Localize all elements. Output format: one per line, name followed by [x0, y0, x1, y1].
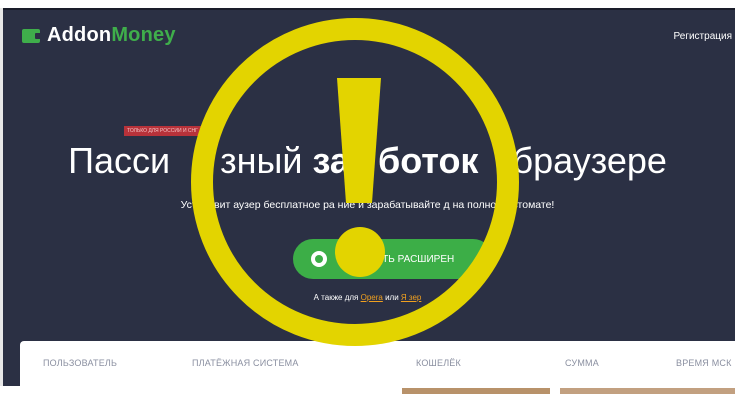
logo-text-money: Money	[111, 24, 176, 46]
column-header-time: ВРЕМЯ МСК	[676, 358, 732, 368]
install-extension-label: ИТЬ РАСШИРЕН	[375, 253, 455, 265]
row-image	[560, 388, 735, 394]
headline-part-3: браузере	[512, 140, 667, 181]
page-title: Пасси зный за боток браузере	[0, 140, 735, 182]
hero-subtitle: Установит аузер бесплатное ра ние и зара…	[180, 199, 555, 211]
opera-link[interactable]: Opera	[361, 293, 383, 302]
region-badge: ТОЛЬКО ДЛЯ РОССИИ И СНГ	[124, 126, 201, 136]
payouts-table-header: ПОЛЬЗОВАТЕЛЬ ПЛАТЁЖНАЯ СИСТЕМА КОШЕЛЁК С…	[20, 341, 735, 388]
logo-text-addon: Addon	[47, 24, 112, 46]
headline-part-2: зный	[220, 140, 313, 181]
logo-text: AddonMoney	[47, 24, 176, 47]
register-link[interactable]: Регистрация	[674, 31, 732, 42]
column-header-user: ПОЛЬЗОВАТЕЛЬ	[43, 358, 118, 368]
browser-viewport: AddonMoney Регистрация ТОЛЬКО ДЛЯ РОССИИ…	[0, 0, 735, 400]
also-prefix: А также для	[313, 293, 361, 302]
install-extension-button[interactable]: ИТЬ РАСШИРЕН	[293, 239, 493, 279]
hero-section	[0, 8, 735, 388]
alternative-browsers: А также для Opera или Я зер	[0, 293, 735, 302]
headline-bold-2: боток	[377, 140, 479, 181]
column-header-wallet: КОШЕЛЁК	[416, 358, 461, 368]
column-header-amount: СУММА	[565, 358, 599, 368]
row-image	[402, 388, 550, 394]
headline-part-1: Пасси	[68, 140, 171, 181]
yandex-browser-link[interactable]: Я зер	[401, 293, 421, 302]
also-mid: или	[382, 293, 401, 302]
site-logo[interactable]: AddonMoney	[22, 24, 176, 47]
window-edge	[0, 8, 3, 388]
column-header-payment-system: ПЛАТЁЖНАЯ СИСТЕМА	[192, 358, 299, 368]
chrome-icon	[311, 251, 327, 267]
headline-bold-1: за	[312, 140, 350, 181]
wallet-icon	[22, 28, 41, 43]
